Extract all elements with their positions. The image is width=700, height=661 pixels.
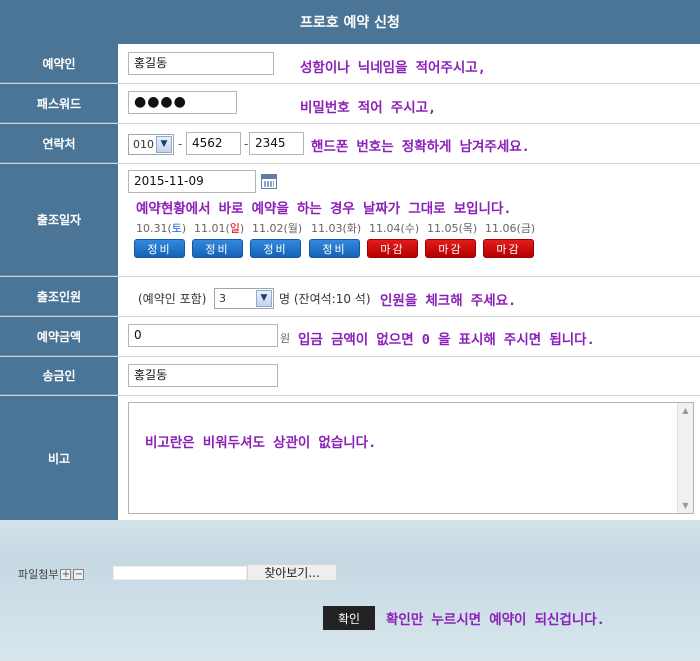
day-date: 10.31( — [136, 222, 172, 235]
amount-unit: 원 — [280, 332, 291, 345]
memo-field-cell: 비고란은 비워두셔도 상관이 없습니다. ▲ ▼ — [118, 396, 700, 520]
people-label: 출조인원 — [0, 277, 118, 316]
scroll-up-icon[interactable]: ▲ — [678, 403, 693, 418]
day-label: 11.06(금) — [485, 220, 535, 236]
memo-text: 비고란은 비워두셔도 상관이 없습니다. — [145, 435, 377, 451]
date-label: 출조일자 — [0, 164, 118, 276]
row-amount: 예약금액 0 원 입금 금액이 없으면 0 을 표시해 주시면 됩니다. — [0, 317, 700, 357]
file-path-input[interactable] — [113, 566, 247, 580]
day-close-paren: ) — [297, 222, 303, 235]
password-hint: 비밀번호 적어 주시고, — [300, 100, 437, 116]
day-close-paren: ) — [181, 222, 187, 235]
name-input[interactable]: 홍길동 — [128, 52, 274, 75]
name-label: 예약인 — [0, 44, 118, 83]
day-label: 11.05(목) — [427, 220, 477, 236]
sender-label: 송금인 — [0, 357, 118, 395]
chevron-down-icon: ▼ — [156, 136, 172, 153]
phone-prefix-select[interactable]: 010 ▼ — [128, 134, 174, 155]
day-date: 11.05( — [427, 222, 463, 235]
day-close-paren: ) — [239, 222, 245, 235]
file-attach-label: 파일첨부 — [18, 568, 59, 581]
day-close-paren: ) — [356, 222, 362, 235]
day-weekday: 월 — [287, 222, 298, 235]
amount-label: 예약금액 — [0, 317, 118, 356]
people-select[interactable]: 3 ▼ — [214, 288, 274, 309]
row-name: 예약인 홍길동 성함이나 닉네임을 적어주시고, — [0, 44, 700, 84]
name-field-cell: 홍길동 성함이나 닉네임을 적어주시고, — [118, 44, 700, 83]
memo-label: 비고 — [0, 396, 118, 520]
day-status-button[interactable]: 정비 — [250, 239, 301, 258]
minus-icon[interactable]: − — [73, 568, 85, 580]
people-field-cell: (예약인 포함) 3 ▼ 명 (잔여석:10 석) 인원을 체크해 주세요. — [118, 277, 700, 316]
row-sender: 송금인 홍길동 — [0, 357, 700, 396]
day-weekday: 목 — [462, 222, 473, 235]
day-date: 11.01( — [194, 222, 230, 235]
phone-separator-1: - — [178, 137, 183, 151]
row-memo: 비고 비고란은 비워두셔도 상관이 없습니다. ▲ ▼ — [0, 396, 700, 520]
amount-hint: 입금 금액이 없으면 0 을 표시해 주시면 됩니다. — [298, 332, 595, 348]
contact-hint: 핸드폰 번호는 정확하게 남겨주세요. — [311, 139, 530, 155]
sender-field-cell: 홍길동 — [118, 357, 700, 395]
day-status-button[interactable]: 정비 — [309, 239, 360, 258]
day-status-button[interactable]: 정비 — [134, 239, 185, 258]
browse-button[interactable]: 찾아보기... — [247, 564, 337, 581]
reservation-form: 예약인 홍길동 성함이나 닉네임을 적어주시고, 패스워드 ●●●● 비밀번호 … — [0, 44, 700, 520]
day-status-button[interactable]: 마감 — [367, 239, 418, 258]
day-status-button[interactable]: 정비 — [192, 239, 243, 258]
password-label: 패스워드 — [0, 84, 118, 123]
memo-textarea[interactable]: 비고란은 비워두셔도 상관이 없습니다. ▲ ▼ — [128, 402, 694, 514]
row-contact: 연락처 010 ▼ - 4562 - 2345 핸드폰 번호는 정확하게 남겨주… — [0, 124, 700, 164]
date-field-cell: 2015-11-09 예약현황에서 바로 예약을 하는 경우 날짜가 그대로 보… — [118, 164, 700, 276]
row-people: 출조인원 (예약인 포함) 3 ▼ 명 (잔여석:10 석) 인원을 체크해 주… — [0, 277, 700, 317]
row-password: 패스워드 ●●●● 비밀번호 적어 주시고, — [0, 84, 700, 124]
sender-input[interactable]: 홍길동 — [128, 364, 278, 387]
day-status-button[interactable]: 마감 — [425, 239, 476, 258]
date-input[interactable]: 2015-11-09 — [128, 170, 256, 193]
file-attach-row: 파일첨부 + − — [18, 566, 85, 582]
day-weekday: 금 — [520, 222, 531, 235]
row-date: 출조일자 2015-11-09 예약현황에서 바로 예약을 하는 경우 날짜가 … — [0, 164, 700, 277]
people-suffix: 명 (잔여석:10 석) — [279, 292, 371, 306]
day-label: 11.02(월) — [252, 220, 302, 236]
day-close-paren: ) — [472, 222, 478, 235]
day-status-button[interactable]: 마감 — [483, 239, 534, 258]
contact-label: 연락처 — [0, 124, 118, 163]
day-label: 11.01(일) — [194, 220, 244, 236]
phone-separator-2: - — [244, 137, 249, 151]
password-input[interactable]: ●●●● — [128, 91, 237, 114]
day-label: 10.31(토) — [136, 220, 186, 236]
day-weekday: 일 — [229, 222, 240, 235]
day-weekday: 화 — [346, 222, 357, 235]
phone-middle-input[interactable]: 4562 — [186, 132, 241, 155]
calendar-icon[interactable] — [261, 174, 277, 189]
password-field-cell: ●●●● 비밀번호 적어 주시고, — [118, 84, 700, 123]
day-date: 11.03( — [311, 222, 347, 235]
day-weekday: 수 — [404, 222, 415, 235]
amount-field-cell: 0 원 입금 금액이 없으면 0 을 표시해 주시면 됩니다. — [118, 317, 700, 356]
name-hint: 성함이나 닉네임을 적어주시고, — [300, 60, 486, 76]
confirm-hint: 확인만 누르시면 예약이 되신겁니다. — [386, 612, 605, 628]
day-date: 11.02( — [252, 222, 288, 235]
day-date: 11.04( — [369, 222, 405, 235]
phone-prefix-value: 010 — [133, 138, 154, 151]
plus-icon[interactable]: + — [60, 568, 72, 580]
day-label: 11.03(화) — [311, 220, 361, 236]
memo-scrollbar[interactable]: ▲ ▼ — [677, 403, 693, 513]
people-value: 3 — [219, 292, 226, 305]
page-title: 프로호 예약 신청 — [0, 0, 700, 44]
day-weekday: 토 — [171, 222, 182, 235]
day-date: 11.06( — [485, 222, 521, 235]
people-hint: 인원을 체크해 주세요. — [380, 293, 517, 309]
confirm-button[interactable]: 확인 — [323, 606, 375, 630]
contact-field-cell: 010 ▼ - 4562 - 2345 핸드폰 번호는 정확하게 남겨주세요. — [118, 124, 700, 163]
scroll-down-icon[interactable]: ▼ — [678, 498, 693, 513]
amount-input[interactable]: 0 — [128, 324, 278, 347]
date-hint: 예약현황에서 바로 예약을 하는 경우 날짜가 그대로 보입니다. — [136, 201, 512, 217]
chevron-down-icon: ▼ — [256, 290, 272, 307]
day-label: 11.04(수) — [369, 220, 419, 236]
day-close-paren: ) — [414, 222, 420, 235]
phone-last-input[interactable]: 2345 — [249, 132, 304, 155]
day-close-paren: ) — [530, 222, 536, 235]
people-prefix: (예약인 포함) — [138, 292, 207, 306]
